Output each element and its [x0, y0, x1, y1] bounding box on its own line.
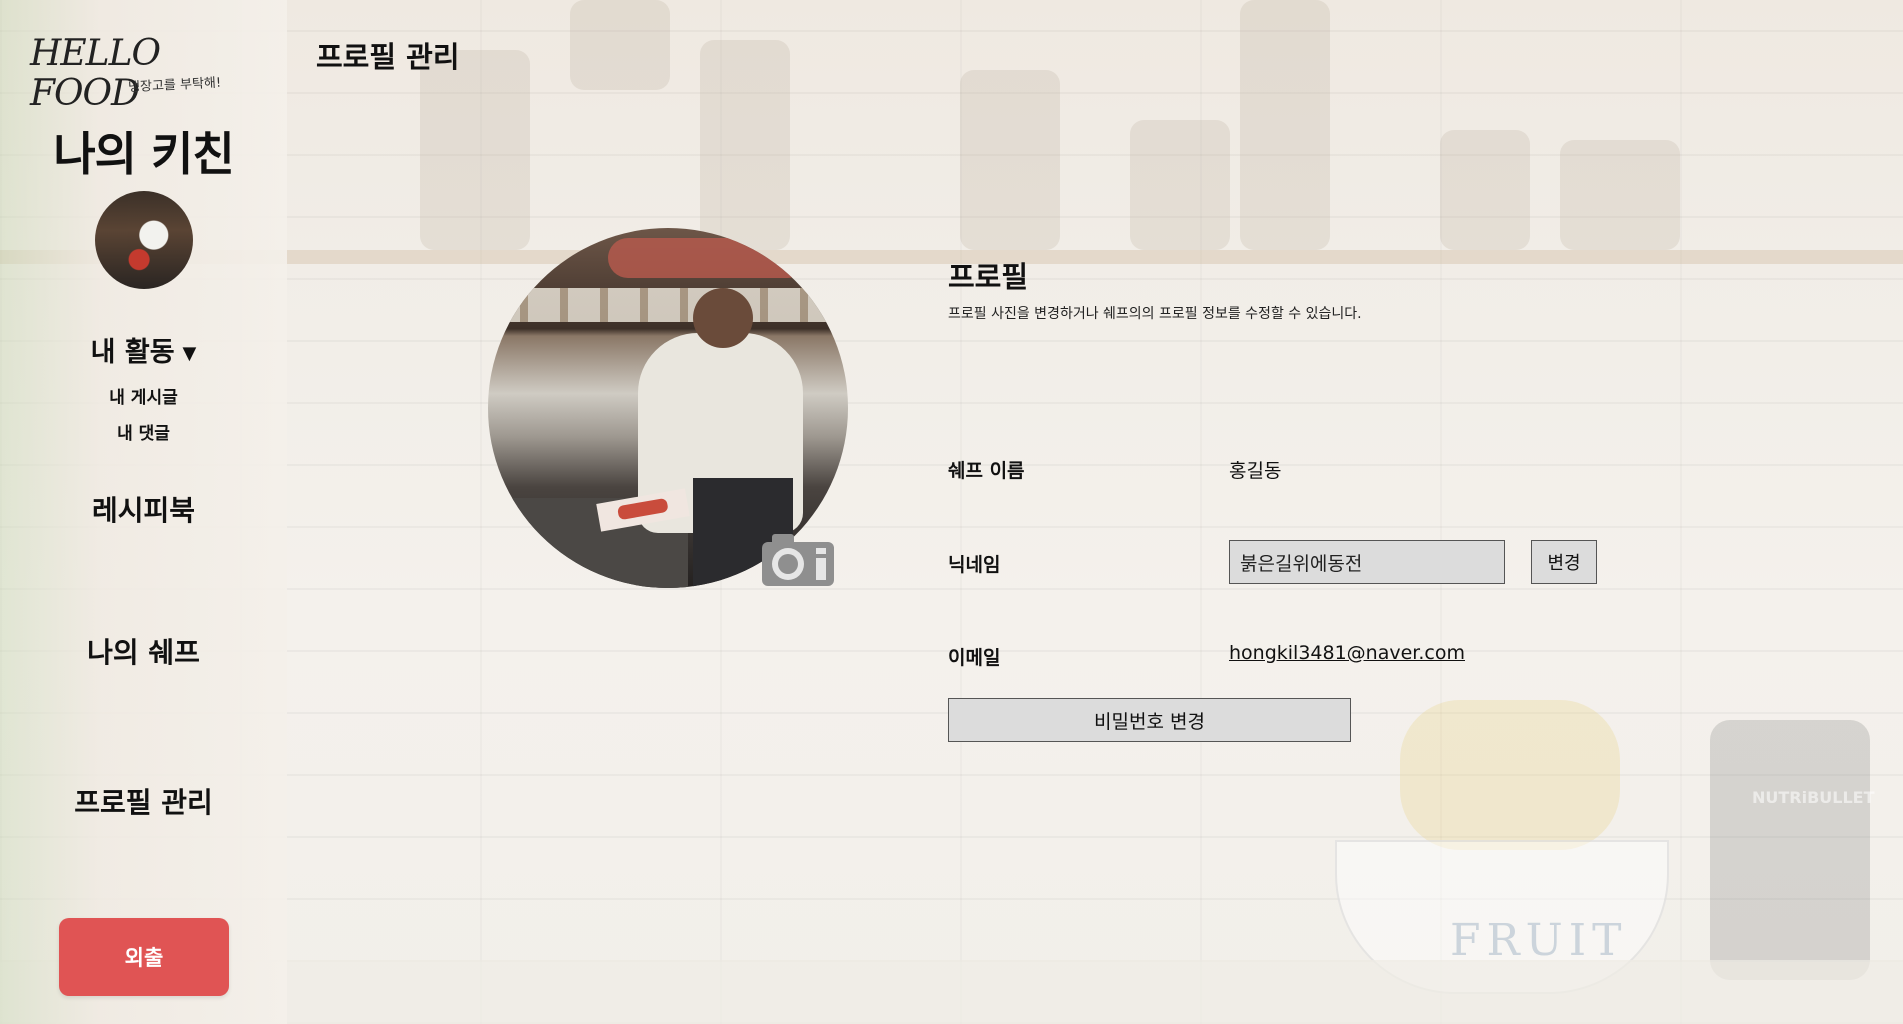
background-bowl-lettering: FRUIT — [1450, 915, 1628, 966]
chef-name-label: 쉐프 이름 — [948, 460, 1025, 482]
change-password-button[interactable]: 비밀번호 변경 — [948, 698, 1351, 742]
sidebar-item-my-activity[interactable]: 내 활동 ▼ — [0, 330, 287, 369]
sidebar-item-my-chef[interactable]: 나의 쉐프 — [0, 631, 287, 671]
background-jar — [700, 40, 790, 250]
change-nickname-button[interactable]: 변경 — [1531, 540, 1597, 584]
background-jar — [420, 50, 530, 250]
logo[interactable]: HELLO FOOD 냉장고를 부탁해! — [30, 34, 260, 114]
photo-detail — [693, 288, 753, 348]
nickname-input[interactable] — [1229, 540, 1505, 584]
background-fruit — [1400, 700, 1620, 850]
caret-down-icon: ▼ — [182, 343, 197, 364]
profile-description: 프로필 사진을 변경하거나 쉐프의의 프로필 정보를 수정할 수 있습니다. — [948, 306, 1362, 322]
photo-detail — [608, 238, 808, 278]
background-jar — [1440, 130, 1530, 250]
sidebar-item-profile-manage[interactable]: 프로필 관리 — [0, 781, 287, 821]
page-title: 프로필 관리 — [316, 40, 460, 74]
profile-heading: 프로필 — [948, 260, 1029, 294]
logout-button[interactable]: 외출 — [59, 918, 229, 996]
email-label: 이메일 — [948, 647, 1001, 669]
avatar — [95, 191, 193, 289]
sidebar: HELLO FOOD 냉장고를 부탁해! 나의 키친 내 활동 ▼ 내 게시글 내… — [0, 0, 287, 1024]
background-jar — [1130, 120, 1230, 250]
chef-name-value: 홍길동 — [1229, 460, 1282, 482]
background-jar — [570, 0, 670, 90]
background-jar — [960, 70, 1060, 250]
sidebar-title: 나의 키친 — [53, 127, 234, 181]
sidebar-item-recipe-book[interactable]: 레시피북 — [0, 489, 287, 529]
camera-icon[interactable] — [760, 530, 836, 588]
photo-detail — [488, 288, 848, 322]
sidebar-item-my-posts[interactable]: 내 게시글 — [0, 383, 287, 408]
email-link[interactable]: hongkil3481@naver.com — [1229, 642, 1465, 664]
logo-text: HELLO FOOD — [30, 33, 161, 114]
background-jar — [1240, 0, 1330, 250]
sidebar-item-my-comments[interactable]: 내 댓글 — [0, 419, 287, 444]
nickname-label: 닉네임 — [948, 554, 1001, 576]
sidebar-item-label: 내 활동 — [90, 337, 175, 368]
background-blender — [1710, 720, 1870, 980]
background-jar — [1560, 140, 1680, 250]
background-blender-lettering: NUTRiBULLET — [1752, 788, 1875, 807]
profile-page: FRUIT NUTRiBULLET HELLO FOOD 냉장고를 부탁해! 나… — [0, 0, 1903, 1024]
